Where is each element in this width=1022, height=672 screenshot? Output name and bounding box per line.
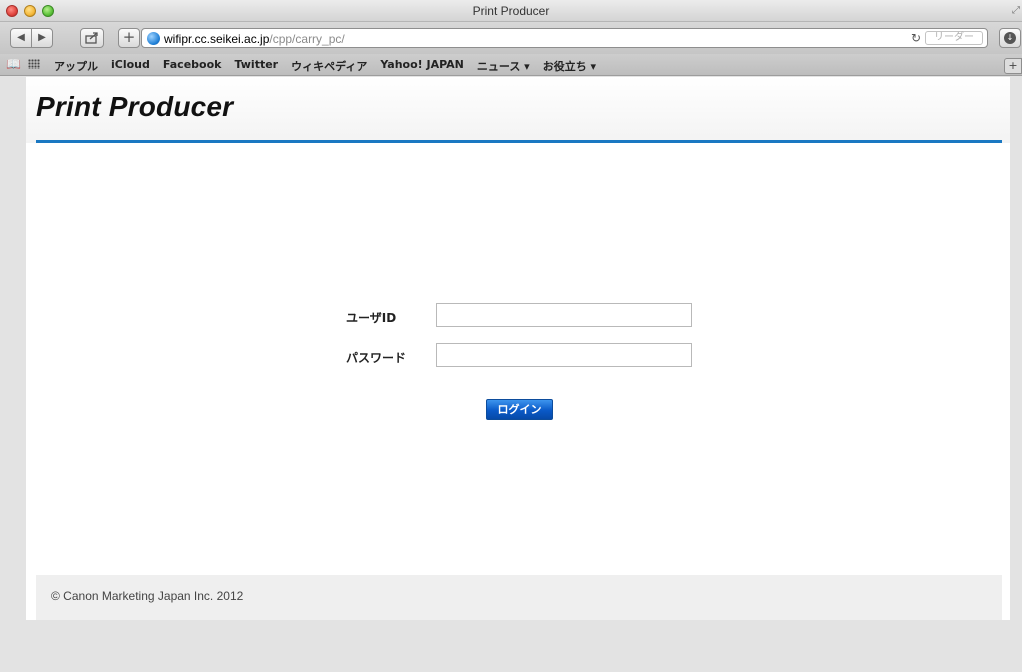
fullscreen-icon[interactable]: ⤢: [1012, 5, 1020, 16]
top-sites-icon[interactable]: [28, 59, 40, 69]
page-header: Print Producer: [26, 77, 1010, 143]
url-host: wifipr.cc.seikei.ac.jp: [164, 32, 270, 46]
bookmark-list: アップル iCloud Facebook Twitter ウィキペディア Yah…: [54, 58, 609, 74]
bookmark-facebook[interactable]: Facebook: [163, 58, 222, 74]
downloads-button[interactable]: ↓: [999, 28, 1021, 48]
password-input[interactable]: [436, 343, 692, 367]
header-divider: [36, 140, 1002, 143]
back-arrow-icon: ◀: [17, 32, 25, 43]
user-id-input[interactable]: [436, 303, 692, 327]
page-container: Print Producer ユーザID パスワード ログイン © Canon …: [26, 77, 1010, 620]
share-button[interactable]: [80, 28, 104, 48]
user-id-label: ユーザID: [346, 311, 397, 325]
address-bar[interactable]: wifipr.cc.seikei.ac.jp/cpp/carry_pc/ ↻ リ…: [141, 28, 988, 48]
reader-button[interactable]: リーダー: [925, 31, 983, 45]
browser-toolbar: ◀ ▶ + wifipr.cc.seikei.ac.jp/cpp/carry_p…: [0, 22, 1022, 54]
bookmark-useful-folder[interactable]: お役立ち ▾: [543, 58, 596, 74]
add-bookmark-button[interactable]: +: [118, 28, 140, 48]
reading-list-icon[interactable]: 📖: [6, 57, 21, 71]
copyright-text: © Canon Marketing Japan Inc. 2012: [51, 589, 244, 603]
url-text[interactable]: wifipr.cc.seikei.ac.jp/cpp/carry_pc/: [164, 32, 345, 46]
page-viewport: Print Producer ユーザID パスワード ログイン © Canon …: [0, 77, 1022, 672]
back-button[interactable]: ◀: [10, 28, 32, 48]
window-titlebar: Print Producer ⤢: [0, 0, 1022, 22]
download-icon: ↓: [1004, 32, 1016, 44]
bookmark-news-folder[interactable]: ニュース ▾: [477, 58, 530, 74]
forward-button[interactable]: ▶: [31, 28, 53, 48]
reload-icon[interactable]: ↻: [911, 31, 921, 45]
site-logo: Print Producer: [36, 91, 234, 122]
bookmark-icloud[interactable]: iCloud: [111, 58, 150, 74]
password-label: パスワード: [346, 351, 407, 365]
new-tab-button[interactable]: +: [1004, 58, 1022, 74]
login-button[interactable]: ログイン: [486, 399, 553, 420]
window-title: Print Producer: [472, 4, 550, 18]
url-path: /cpp/carry_pc/: [269, 32, 345, 46]
plus-icon: +: [122, 28, 136, 46]
share-icon: [85, 32, 98, 44]
bookmark-yahoo-japan[interactable]: Yahoo! JAPAN: [380, 58, 464, 74]
page-footer: © Canon Marketing Japan Inc. 2012: [36, 575, 1002, 620]
bookmarks-bar: 📖 アップル iCloud Facebook Twitter ウィキペディア Y…: [0, 54, 1022, 76]
bookmark-twitter[interactable]: Twitter: [234, 58, 278, 74]
bookmark-wikipedia[interactable]: ウィキペディア: [291, 58, 367, 74]
globe-icon: [147, 32, 160, 45]
bookmark-apple[interactable]: アップル: [54, 58, 98, 74]
forward-arrow-icon: ▶: [38, 32, 46, 43]
